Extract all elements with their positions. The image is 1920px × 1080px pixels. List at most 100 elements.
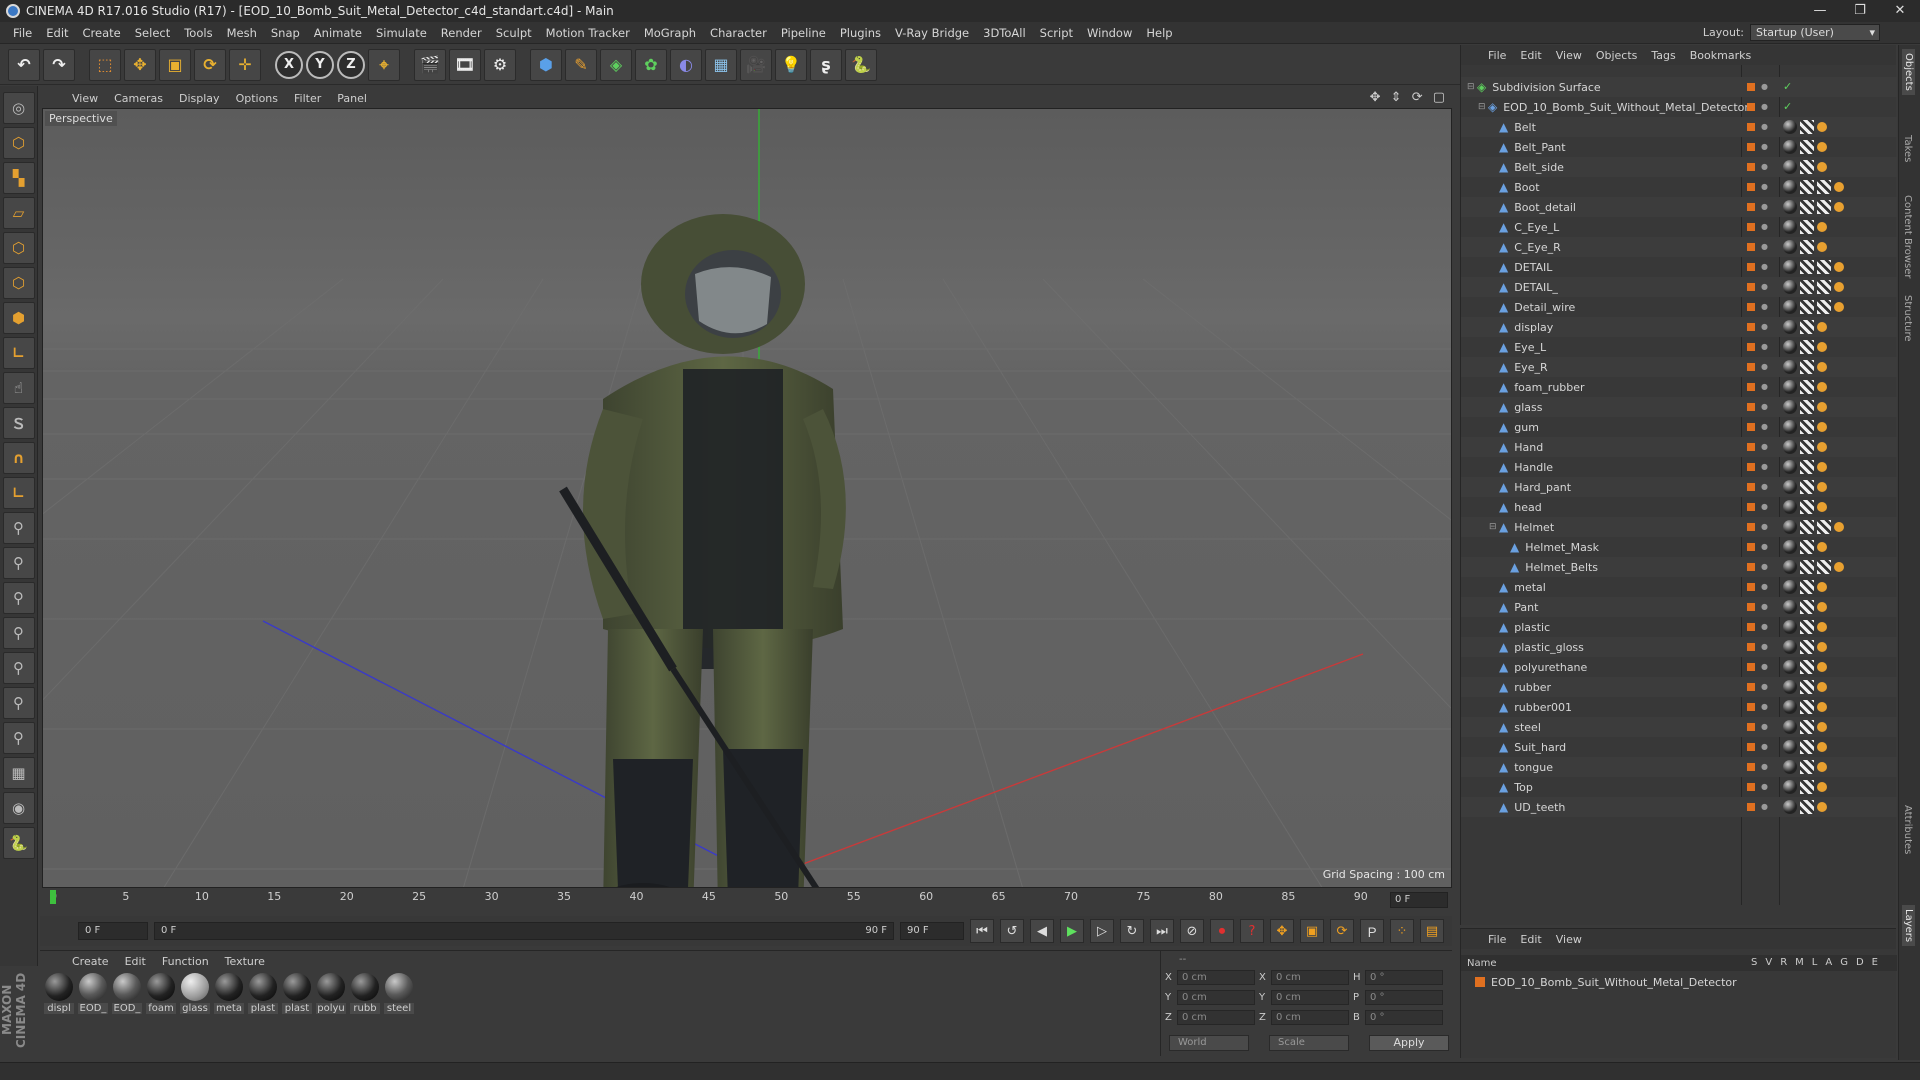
selection-tag-icon[interactable] — [1817, 200, 1831, 214]
object-row[interactable]: ▲ glass ● — [1461, 397, 1897, 417]
scale-tool-icon[interactable]: ▣ — [159, 48, 191, 81]
phong-tag-icon[interactable] — [1817, 582, 1827, 592]
object-menu-bookmarks[interactable]: Bookmarks — [1683, 49, 1758, 62]
enabled-check-icon[interactable]: ✓ — [1783, 80, 1792, 93]
coordinate-value-field[interactable]: 0 cm — [1271, 969, 1349, 985]
menu-window[interactable]: Window — [1080, 22, 1139, 44]
phong-tag-icon[interactable] — [1817, 502, 1827, 512]
menu-edit[interactable]: Edit — [39, 22, 75, 44]
object-row[interactable]: ▲ C_Eye_L ● — [1461, 217, 1897, 237]
material-tag-icon[interactable] — [1783, 360, 1797, 374]
visibility-dots-icon[interactable]: ● — [1761, 142, 1768, 151]
start-frame-field[interactable]: 0 F — [78, 922, 148, 940]
uvw-tag-icon[interactable] — [1800, 420, 1814, 434]
visibility-dots-icon[interactable]: ● — [1761, 122, 1768, 131]
phong-tag-icon[interactable] — [1817, 462, 1827, 472]
sculpt-brush-1-icon[interactable]: ⚲ — [2, 512, 35, 544]
material-tag-icon[interactable] — [1783, 660, 1797, 674]
layer-color-indicator[interactable] — [1747, 723, 1755, 731]
recent-tool-icon[interactable]: ✛ — [229, 48, 261, 81]
material-tag-icon[interactable] — [1783, 220, 1797, 234]
texture-mode-icon[interactable]: ▚ — [2, 162, 35, 194]
menu-animate[interactable]: Animate — [307, 22, 369, 44]
visibility-dots-icon[interactable]: ● — [1761, 742, 1768, 751]
menu-3dtoall[interactable]: 3DToAll — [976, 22, 1033, 44]
layer-color-indicator[interactable] — [1747, 583, 1755, 591]
selection-tag-icon[interactable] — [1817, 520, 1831, 534]
material-tag-icon[interactable] — [1783, 700, 1797, 714]
uvw-tag-icon[interactable] — [1800, 480, 1814, 494]
coordinate-value-field[interactable]: 0 cm — [1271, 1009, 1349, 1025]
object-row[interactable]: ▲ Pant ● — [1461, 597, 1897, 617]
object-row[interactable]: ▲ DETAIL_ ● — [1461, 277, 1897, 297]
uvw-tag-icon[interactable] — [1800, 660, 1814, 674]
viewport-navigation-icons[interactable]: ✥ ⇕ ⟳ ▢ — [1370, 90, 1448, 105]
dock-tab-takes[interactable]: Takes — [1902, 135, 1913, 162]
uvw-tag-icon[interactable] — [1800, 740, 1814, 754]
uvw-tag-icon[interactable] — [1800, 120, 1814, 134]
uvw-tag-icon[interactable] — [1800, 180, 1814, 194]
current-frame-field[interactable]: 0 F — [1390, 892, 1448, 908]
object-row[interactable]: ▲ C_Eye_R ● — [1461, 237, 1897, 257]
object-row[interactable]: ⊟ ▲ Helmet ● — [1461, 517, 1897, 537]
object-row[interactable]: ⊟ ◈ EOD_10_Bomb_Suit_Without_Metal_Detecto… — [1461, 97, 1897, 117]
render-picture-viewer-icon[interactable]: 🎞 — [449, 48, 481, 81]
material-swatch[interactable]: meta — [214, 973, 244, 1014]
visibility-dots-icon[interactable]: ● — [1761, 162, 1768, 171]
visibility-dots-icon[interactable]: ● — [1761, 182, 1768, 191]
object-row[interactable]: ▲ metal ● — [1461, 577, 1897, 597]
layer-row[interactable]: EOD_10_Bomb_Suit_Without_Metal_Detector — [1461, 973, 1897, 991]
uvw-tag-icon[interactable] — [1800, 440, 1814, 454]
viewport-menu-display[interactable]: Display — [171, 92, 228, 105]
menu-mesh[interactable]: Mesh — [220, 22, 264, 44]
phong-tag-icon[interactable] — [1817, 602, 1827, 612]
object-row[interactable]: ▲ Hard_pant ● — [1461, 477, 1897, 497]
coordinate-value-field[interactable]: 0 ° — [1365, 989, 1443, 1005]
material-tag-icon[interactable] — [1783, 780, 1797, 794]
axis-mode-icon[interactable]: ∟ — [2, 337, 35, 369]
material-tag-icon[interactable] — [1783, 200, 1797, 214]
material-tag-icon[interactable] — [1783, 740, 1797, 754]
uvw-tag-icon[interactable] — [1800, 620, 1814, 634]
visibility-dots-icon[interactable]: ● — [1761, 362, 1768, 371]
layer-color-indicator[interactable] — [1747, 423, 1755, 431]
object-menu-file[interactable]: File — [1481, 49, 1513, 62]
menu-create[interactable]: Create — [76, 22, 128, 44]
layer-color-indicator[interactable] — [1747, 383, 1755, 391]
make-editable-icon[interactable]: ◎ — [2, 92, 35, 124]
layer-color-indicator[interactable] — [1747, 363, 1755, 371]
material-tag-icon[interactable] — [1783, 560, 1797, 574]
phong-tag-icon[interactable] — [1817, 482, 1827, 492]
key-position-icon[interactable]: ✥ — [1270, 919, 1294, 943]
object-menu-view[interactable]: View — [1549, 49, 1589, 62]
material-tag-icon[interactable] — [1783, 620, 1797, 634]
menu-character[interactable]: Character — [703, 22, 774, 44]
layer-color-indicator[interactable] — [1747, 543, 1755, 551]
uvw-tag-icon[interactable] — [1800, 760, 1814, 774]
material-swatch[interactable]: foam — [146, 973, 176, 1014]
material-tag-icon[interactable] — [1783, 460, 1797, 474]
phong-tag-icon[interactable] — [1817, 402, 1827, 412]
uvw-tag-icon[interactable] — [1800, 240, 1814, 254]
visibility-dots-icon[interactable]: ● — [1761, 302, 1768, 311]
layer-color-indicator[interactable] — [1747, 623, 1755, 631]
phong-tag-icon[interactable] — [1817, 722, 1827, 732]
phong-tag-icon[interactable] — [1834, 202, 1844, 212]
cloner-icon[interactable]: ✿ — [635, 48, 667, 81]
visibility-dots-icon[interactable]: ● — [1761, 702, 1768, 711]
phong-tag-icon[interactable] — [1817, 442, 1827, 452]
object-row[interactable]: ▲ rubber ● — [1461, 677, 1897, 697]
object-row[interactable]: ▲ Helmet_Belts ● — [1461, 557, 1897, 577]
phong-tag-icon[interactable] — [1817, 622, 1827, 632]
uvw-tag-icon[interactable] — [1800, 680, 1814, 694]
visibility-dots-icon[interactable]: ● — [1761, 102, 1768, 111]
menu-simulate[interactable]: Simulate — [369, 22, 434, 44]
layer-color-indicator[interactable] — [1747, 183, 1755, 191]
phong-tag-icon[interactable] — [1817, 242, 1827, 252]
menu-select[interactable]: Select — [128, 22, 177, 44]
key-scale-icon[interactable]: ▣ — [1300, 919, 1324, 943]
menu-script[interactable]: Script — [1033, 22, 1080, 44]
layer-color-indicator[interactable] — [1747, 243, 1755, 251]
visibility-dots-icon[interactable]: ● — [1761, 562, 1768, 571]
visibility-dots-icon[interactable]: ● — [1761, 762, 1768, 771]
